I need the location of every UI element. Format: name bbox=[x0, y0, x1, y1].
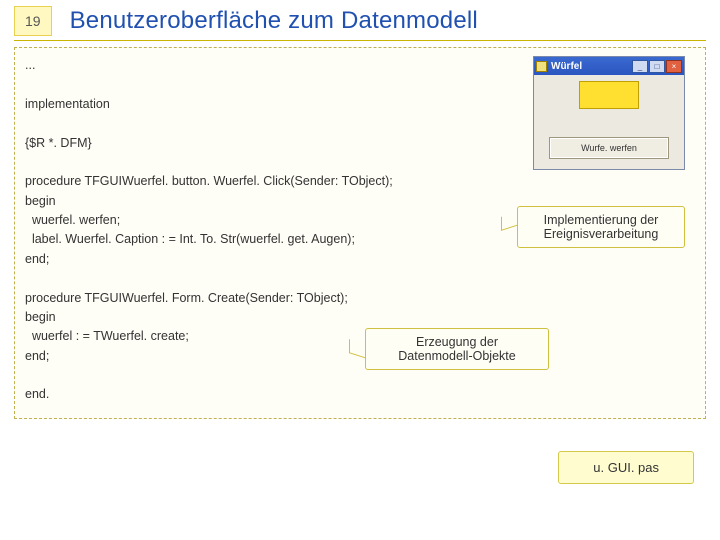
code-ellipsis: ... bbox=[25, 58, 35, 72]
code-end: end; bbox=[25, 252, 49, 266]
close-icon[interactable]: × bbox=[666, 60, 682, 73]
window-client: Wurfe. werfen bbox=[534, 75, 684, 169]
code-proc1-l2: label. Wuerfel. Caption : = Int. To. Str… bbox=[25, 232, 355, 246]
code-box: ... implementation {$R *. DFM} procedure… bbox=[14, 47, 706, 419]
minimize-icon[interactable]: _ bbox=[632, 60, 648, 73]
code-proc2-sig: procedure TFGUIWuerfel. Form. Create(Sen… bbox=[25, 291, 348, 305]
app-icon bbox=[536, 61, 547, 72]
window-titlebar: Würfel _ □ × bbox=[534, 57, 684, 75]
callout-create-l1: Erzeugung der bbox=[416, 335, 498, 349]
button-werfen[interactable]: Wurfe. werfen bbox=[549, 137, 669, 159]
file-name-label: u. GUI. pas bbox=[558, 451, 694, 484]
callout-impl-l2: Ereignisverarbeitung bbox=[544, 227, 659, 241]
code-begin2: begin bbox=[25, 310, 56, 324]
header-underline bbox=[14, 40, 706, 41]
window-controls: _ □ × bbox=[632, 60, 682, 73]
code-directive: {$R *. DFM} bbox=[25, 136, 92, 150]
slide-title: Benutzeroberfläche zum Datenmodell bbox=[70, 7, 478, 35]
callout-create-l2: Datenmodell-Objekte bbox=[398, 349, 515, 363]
callout-creation: Erzeugung der Datenmodell-Objekte bbox=[365, 328, 549, 370]
slide-number: 19 bbox=[14, 6, 52, 36]
label-wuerfel bbox=[579, 81, 639, 109]
code-end2: end; bbox=[25, 349, 49, 363]
code-proc2-l1: wuerfel : = TWuerfel. create; bbox=[25, 329, 189, 343]
window-title: Würfel bbox=[551, 61, 628, 72]
code-enddot: end. bbox=[25, 387, 49, 401]
slide-header: 19 Benutzeroberfläche zum Datenmodell bbox=[0, 0, 720, 38]
code-section: implementation bbox=[25, 97, 110, 111]
app-screenshot: Würfel _ □ × Wurfe. werfen bbox=[533, 56, 685, 170]
callout-implementation: Implementierung der Ereignisverarbeitung bbox=[517, 206, 685, 248]
maximize-icon[interactable]: □ bbox=[649, 60, 665, 73]
code-begin: begin bbox=[25, 194, 56, 208]
callout-impl-l1: Implementierung der bbox=[544, 213, 659, 227]
code-proc1-sig: procedure TFGUIWuerfel. button. Wuerfel.… bbox=[25, 174, 393, 188]
code-proc1-l1: wuerfel. werfen; bbox=[25, 213, 120, 227]
